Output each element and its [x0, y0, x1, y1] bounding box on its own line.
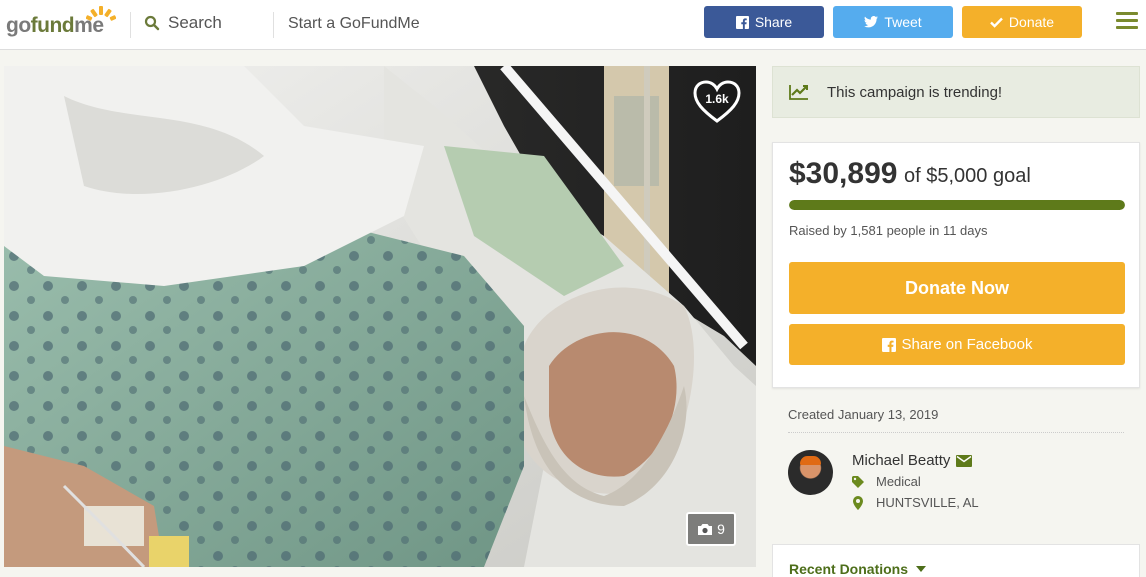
like-count: 1.6k: [705, 92, 729, 106]
share-button[interactable]: Share: [704, 6, 824, 38]
photo-gallery-button[interactable]: 9: [686, 512, 736, 546]
recent-donations-label: Recent Donations: [789, 561, 909, 577]
search-icon: [144, 15, 160, 31]
trending-banner: This campaign is trending!: [772, 66, 1140, 118]
camera-icon: [698, 523, 713, 535]
logo-text-go: go: [6, 14, 31, 37]
header-divider: [273, 12, 274, 38]
raised-amount: $30,899: [789, 157, 898, 190]
photo-count: 9: [717, 521, 725, 537]
like-heart[interactable]: 1.6k: [692, 80, 742, 124]
category-label[interactable]: Medical: [876, 474, 921, 489]
top-navigation: gofundme Search Start a GoFundMe Share T…: [0, 0, 1146, 50]
twitter-icon: [864, 16, 879, 28]
raised-by-text: Raised by 1,581 people in 11 days: [789, 223, 988, 238]
facebook-icon: [735, 15, 749, 29]
chevron-down-icon: [916, 566, 927, 572]
donate-label: Donate: [1008, 14, 1055, 30]
category-row: Medical: [852, 474, 921, 489]
recent-donations-panel: Recent Donations: [772, 544, 1140, 577]
goal-text: of $5,000 goal: [904, 165, 1031, 187]
trending-chart-icon: [789, 85, 808, 100]
progress-fill: [789, 200, 1125, 210]
header-divider: [130, 12, 131, 38]
donation-card: $30,899 of $5,000 goal Raised by 1,581 p…: [772, 142, 1140, 388]
organizer-avatar[interactable]: [788, 450, 833, 495]
start-gofundme-link[interactable]: Start a GoFundMe: [288, 15, 420, 33]
share-label: Share: [754, 14, 793, 30]
tweet-button[interactable]: Tweet: [833, 6, 953, 38]
sun-icon: [86, 6, 116, 21]
campaign-photo[interactable]: 1.6k 9: [4, 66, 756, 567]
organizer-name-row: Michael Beatty: [852, 452, 973, 469]
logo-text-fund: fund: [30, 14, 75, 37]
donate-button[interactable]: Donate: [962, 6, 1082, 38]
hospital-patient-image: [4, 66, 756, 567]
donate-now-button[interactable]: Donate Now: [789, 262, 1125, 314]
location-row: HUNTSVILLE, AL: [852, 495, 979, 510]
share-facebook-label: Share on Facebook: [901, 336, 1033, 353]
organizer-name[interactable]: Michael Beatty: [852, 452, 950, 469]
progress-bar: [789, 200, 1125, 210]
map-pin-icon: [853, 495, 863, 510]
divider: [788, 432, 1124, 433]
hamburger-menu-icon[interactable]: [1116, 12, 1138, 32]
recent-donations-toggle[interactable]: Recent Donations: [789, 561, 927, 577]
checkmark-icon: [990, 17, 1003, 28]
location-label: HUNTSVILLE, AL: [876, 495, 979, 510]
search-label: Search: [168, 13, 222, 32]
trending-text: This campaign is trending!: [827, 83, 1003, 101]
created-date: Created January 13, 2019: [788, 407, 939, 422]
envelope-icon[interactable]: [956, 454, 973, 467]
share-facebook-button[interactable]: Share on Facebook: [789, 324, 1125, 365]
gofundme-logo[interactable]: gofundme: [6, 6, 116, 40]
search-link[interactable]: Search: [144, 13, 222, 33]
tweet-label: Tweet: [884, 14, 922, 30]
facebook-icon: [881, 337, 896, 352]
tag-icon: [852, 475, 864, 488]
